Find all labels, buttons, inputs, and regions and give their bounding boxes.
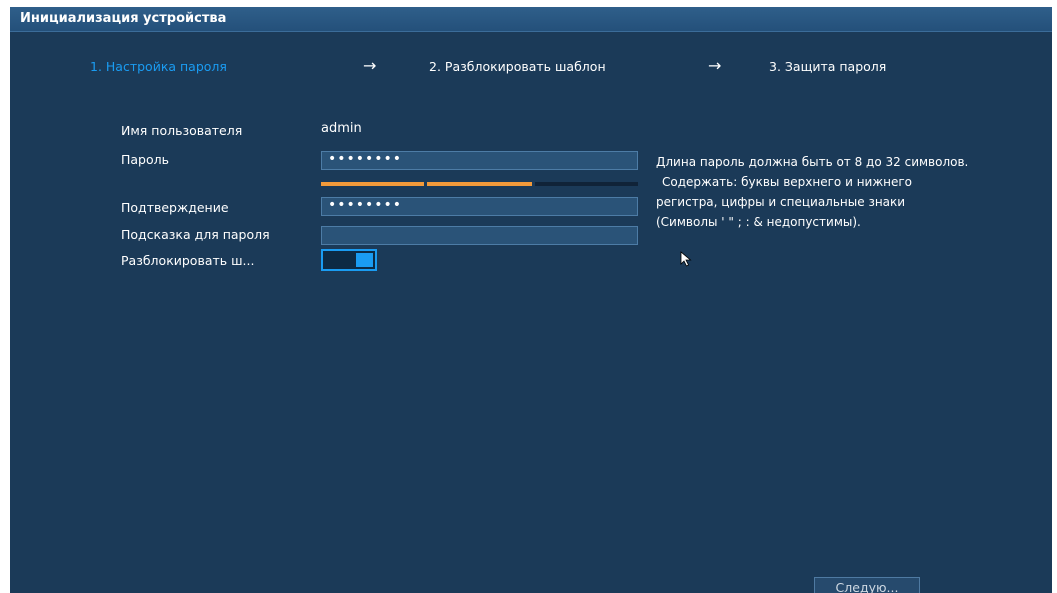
password-requirements-hint: Длина пароль должна быть от 8 до 32 симв… [656,152,1051,232]
password-strength-bar [321,182,638,186]
window-title: Инициализация устройства [20,11,227,26]
password-label: Пароль [121,152,169,167]
toggle-knob [356,253,373,267]
wizard-step-password-protection: 3. Защита пароля [769,59,887,74]
confirm-password-input[interactable]: •••••••• [321,197,638,216]
hint-line: Длина пароль должна быть от 8 до 32 симв… [656,155,969,169]
confirm-label: Подтверждение [121,200,229,215]
wizard-step-password-setup: 1. Настройка пароля [90,59,227,74]
next-button[interactable]: Следую... [814,577,920,593]
hint-line: регистра, цифры и специальные знаки [656,195,906,209]
hint-line: (Символы ' " ; : & недопустимы). [656,215,861,229]
wizard-steps: 1. Настройка пароля → 2. Разблокировать … [10,56,1052,79]
title-bar: Инициализация устройства [10,7,1052,32]
arrow-right-icon: → [708,56,722,75]
device-init-window: Инициализация устройства 1. Настройка па… [10,7,1052,593]
strength-segment [321,182,424,186]
password-input[interactable]: •••••••• [321,151,638,170]
arrow-right-icon: → [363,56,377,75]
wizard-step-unlock-pattern: 2. Разблокировать шаблон [429,59,606,74]
password-hint-label: Подсказка для пароля [121,227,270,242]
unlock-pattern-toggle[interactable] [321,249,377,271]
hint-line: Содержать: буквы верхнего и нижнего [662,175,913,189]
mouse-cursor-icon [680,251,692,267]
strength-segment [427,182,532,186]
username-label: Имя пользователя [121,123,243,138]
username-value: admin [321,121,362,136]
password-hint-input[interactable] [321,226,638,245]
strength-segment [535,182,638,186]
unlock-pattern-label: Разблокировать ш... [121,253,255,268]
